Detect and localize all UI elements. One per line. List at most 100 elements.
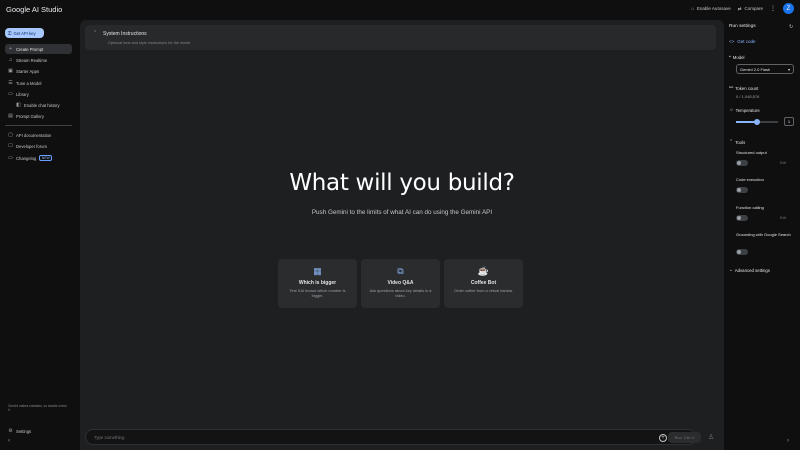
- temperature-label: Temperature: [735, 107, 760, 113]
- avatar[interactable]: Z: [783, 3, 794, 14]
- sidebar-item-developer-forum[interactable]: ☐ Developer forum: [5, 141, 72, 151]
- compare-button[interactable]: ⇄ Compare: [738, 6, 763, 12]
- system-instructions-title: System Instructions: [103, 31, 147, 37]
- tool-code-execution: Code execution: [736, 177, 794, 193]
- get-api-key-button[interactable]: ⚿ Get API key: [5, 28, 44, 38]
- app-title: Google AI Studio: [6, 5, 63, 14]
- top-bar: Google AI Studio ⌂ Enable Autosave ⇄ Com…: [0, 0, 800, 20]
- temperature-slider[interactable]: [736, 118, 778, 125]
- chevron-up-icon: ⌃: [729, 139, 734, 145]
- starter-card-video-qa[interactable]: ⧉ Video Q&A Ask questions about key deta…: [361, 259, 440, 308]
- sidebar-item-api-documentation[interactable]: ▢ API documentation: [5, 130, 72, 140]
- prompt-input[interactable]: Type something +: [85, 429, 696, 445]
- run-button[interactable]: Run Ctrl ⏎: [668, 432, 701, 443]
- prompt-placeholder: Type something: [94, 435, 125, 440]
- tune-icon: ☰: [8, 79, 13, 86]
- reset-icon[interactable]: ↻: [789, 24, 793, 30]
- run-label: Run: [674, 435, 682, 440]
- microphone-icon[interactable]: ♙: [708, 433, 714, 441]
- structured-output-toggle[interactable]: [736, 160, 748, 166]
- run-settings-panel: Run settings ↻ <> Get code ▪ Model Gemin…: [726, 20, 800, 450]
- system-instructions-input[interactable]: Optional tone and style instructions for…: [108, 41, 190, 45]
- sidebar-item-stream-realtime[interactable]: ♫ Stream Realtime: [5, 55, 72, 65]
- hero-subtitle: Push Gemini to the limits of what AI can…: [311, 209, 493, 216]
- top-actions: ⌂ Enable Autosave ⇄ Compare ⋮ Z: [691, 3, 794, 14]
- get-code-button[interactable]: <> Get code: [729, 39, 756, 44]
- sidebar-item-label: Stream Realtime: [16, 57, 48, 63]
- plus-icon: +: [9, 45, 12, 52]
- sidebar-item-label: Tune a Model: [16, 80, 42, 86]
- video-icon: ⧉: [397, 266, 404, 276]
- model-label: Model: [732, 54, 745, 60]
- sidebar: ⚿ Get API key + Create Prompt ♫ Stream R…: [0, 20, 78, 450]
- disclaimer-text: Gemini makes mistakes, so double-check i…: [8, 404, 67, 413]
- app-window: Google AI Studio ⌂ Enable Autosave ⇄ Com…: [0, 0, 800, 450]
- card-description: Order coffee from a virtual barista.: [454, 288, 513, 293]
- sidebar-item-label: API documentation: [16, 132, 52, 138]
- autosave-toggle[interactable]: ⌂ Enable Autosave: [691, 6, 731, 11]
- starter-card-which-is-bigger[interactable]: ▦ Which is bigger Test if AI knows which…: [278, 259, 357, 308]
- autosave-icon: ⌂: [691, 6, 694, 11]
- sidebar-item-tune-model[interactable]: ☰ Tune a Model: [5, 78, 72, 88]
- structured-output-edit-link[interactable]: Edit: [780, 161, 786, 165]
- run-shortcut: Ctrl ⏎: [683, 435, 695, 440]
- starter-card-coffee-bot[interactable]: ☕ Coffee Bot Order coffee from a virtual…: [444, 259, 523, 308]
- tool-name: Grounding with Google Search: [736, 232, 791, 237]
- model-label-row: ▪ Model: [729, 54, 745, 60]
- model-select[interactable]: Gemini 2.0 Flash ▾: [736, 64, 794, 74]
- sidebar-item-settings[interactable]: ⚙ Settings: [5, 426, 72, 436]
- sidebar-item-changelog[interactable]: ▭ Changelog NEW: [5, 153, 72, 163]
- coffee-icon: ☕: [477, 266, 490, 276]
- code-brackets-icon: <>: [729, 39, 735, 44]
- toggle-icon: ◧: [16, 101, 21, 108]
- sidebar-item-enable-chat-history[interactable]: ◧ Enable chat history: [13, 100, 72, 110]
- stream-icon: ♫: [8, 56, 13, 63]
- thermometer-icon: ☼: [729, 107, 734, 113]
- chevron-up-icon[interactable]: ⌃: [93, 30, 97, 36]
- temperature-slider-handle[interactable]: [754, 118, 760, 125]
- advanced-settings-header[interactable]: ⌄ Advanced settings: [729, 267, 770, 273]
- main-panel: ⌃ System Instructions Optional tone and …: [80, 20, 724, 450]
- card-title: Which is bigger: [298, 280, 337, 286]
- chevron-down-icon: ▾: [787, 66, 790, 72]
- sidebar-divider: [5, 125, 72, 126]
- temperature-input[interactable]: 1: [784, 117, 794, 126]
- sidebar-item-label: Enable chat history: [24, 102, 60, 108]
- sidebar-item-library[interactable]: ▭ Library: [5, 89, 72, 99]
- token-count-label: Token count: [735, 85, 759, 91]
- compare-label: Compare: [744, 6, 763, 11]
- chevron-down-icon: ⌄: [729, 267, 733, 272]
- model-value: Gemini 2.0 Flash: [740, 66, 771, 72]
- function-calling-toggle[interactable]: [736, 215, 748, 221]
- card-title: Coffee Bot: [470, 280, 497, 286]
- more-options-icon[interactable]: ⋮: [770, 5, 776, 12]
- card-description: Ask questions about key details in a vid…: [369, 288, 432, 298]
- forum-icon: ☐: [8, 142, 13, 149]
- tool-name: Code execution: [736, 177, 764, 182]
- hero-title: What will you build?: [289, 170, 515, 196]
- sidebar-item-prompt-gallery[interactable]: ▤ Prompt Gallery: [5, 111, 72, 121]
- sidebar-item-starter-apps[interactable]: ▣ Starter Apps: [5, 66, 72, 76]
- gallery-icon: ▤: [8, 112, 13, 119]
- tool-name: Function calling: [736, 205, 764, 210]
- system-instructions-panel[interactable]: ⌃ System Instructions Optional tone and …: [85, 25, 716, 50]
- token-count-row: ⚯ Token count: [729, 85, 758, 91]
- tool-structured-output: Structured output Edit: [736, 150, 794, 166]
- apps-icon: ▣: [8, 67, 13, 74]
- token-count-value: 0 / 1,048,576: [736, 94, 760, 99]
- card-title: Video Q&A: [387, 280, 414, 286]
- function-calling-edit-link[interactable]: Edit: [780, 216, 786, 220]
- code-execution-toggle[interactable]: [736, 187, 748, 193]
- add-media-icon[interactable]: +: [659, 433, 667, 442]
- sidebar-item-create-prompt[interactable]: + Create Prompt: [5, 44, 72, 54]
- model-icon: ▪: [729, 54, 731, 60]
- collapse-sidebar-icon[interactable]: ‹: [8, 438, 10, 444]
- collapse-run-settings-icon[interactable]: ›: [787, 438, 789, 444]
- sidebar-item-label: Changelog: [16, 155, 37, 161]
- tools-header[interactable]: ⌃ Tools: [729, 139, 745, 145]
- gear-icon: ⚙: [8, 427, 13, 434]
- temperature-row: ☼ Temperature: [729, 107, 760, 113]
- tool-grounding-google-search: Grounding with Google Search: [736, 232, 794, 255]
- grid-icon: ▦: [313, 266, 322, 276]
- grounding-toggle[interactable]: [736, 249, 748, 255]
